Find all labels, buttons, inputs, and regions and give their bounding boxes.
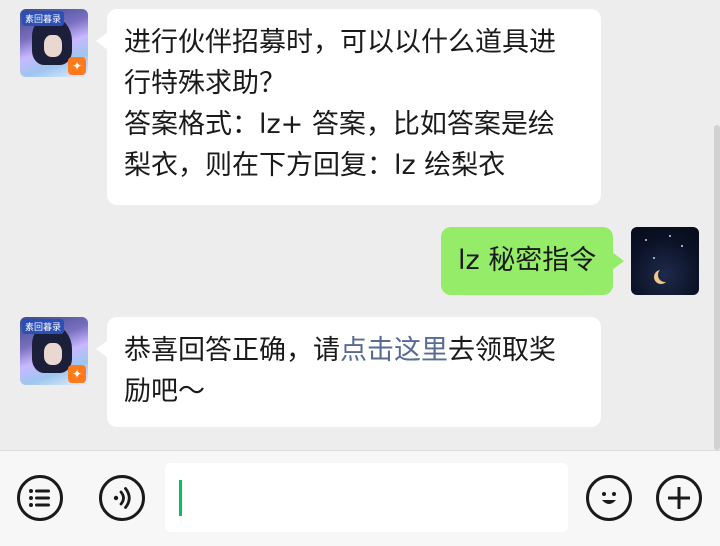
message-text: 进行伙伴招募时，可以以什么道具进: [124, 27, 556, 58]
voice-icon: [113, 487, 131, 509]
message-text: 恭喜回答正确，请: [124, 335, 340, 366]
message-text: 励吧～: [124, 376, 205, 407]
app-logo-icon: ✦: [68, 57, 86, 75]
moon-icon: [658, 268, 672, 282]
app-logo-icon: ✦: [68, 365, 86, 383]
message-bubble[interactable]: 恭喜回答正确，请点击这里去领取奖 励吧～: [96, 317, 601, 427]
message-bubble[interactable]: 进行伙伴招募时，可以以什么道具进 行特殊求助？ 答案格式：lz+ 答案，比如答案…: [96, 9, 601, 205]
message-input[interactable]: [165, 463, 568, 532]
more-button[interactable]: [656, 475, 702, 521]
message-text: 答案格式：lz+ 答案，比如答案是绘: [124, 109, 555, 140]
my-avatar[interactable]: [631, 227, 699, 295]
message-text: 去领取奖: [448, 335, 556, 366]
list-icon: [29, 489, 50, 507]
plus-icon: [668, 487, 690, 509]
text-caret: [179, 480, 182, 516]
input-bar: [0, 450, 720, 546]
message-text: lz 秘密指令: [458, 245, 597, 276]
scrollbar[interactable]: [714, 125, 720, 450]
my-message-bubble[interactable]: lz 秘密指令: [441, 227, 624, 295]
sender-avatar[interactable]: 素回暮录 ✦: [20, 317, 88, 385]
chat-area[interactable]: 素回暮录 ✦ 进行伙伴招募时，可以以什么道具进 行特殊求助？ 答案格式：lz+ …: [0, 0, 720, 450]
game-badge: 素回暮录: [22, 11, 65, 26]
message-text: 梨衣，则在下方回复：lz 绘梨衣: [124, 150, 506, 181]
emoji-icon: [602, 492, 616, 504]
claim-reward-link[interactable]: 点击这里: [340, 335, 448, 366]
voice-button[interactable]: [99, 475, 145, 521]
emoji-button[interactable]: [586, 475, 632, 521]
message-text: 行特殊求助？: [124, 68, 286, 99]
game-badge: 素回暮录: [22, 319, 65, 334]
sender-avatar[interactable]: 素回暮录 ✦: [20, 9, 88, 77]
menu-button[interactable]: [17, 475, 63, 521]
